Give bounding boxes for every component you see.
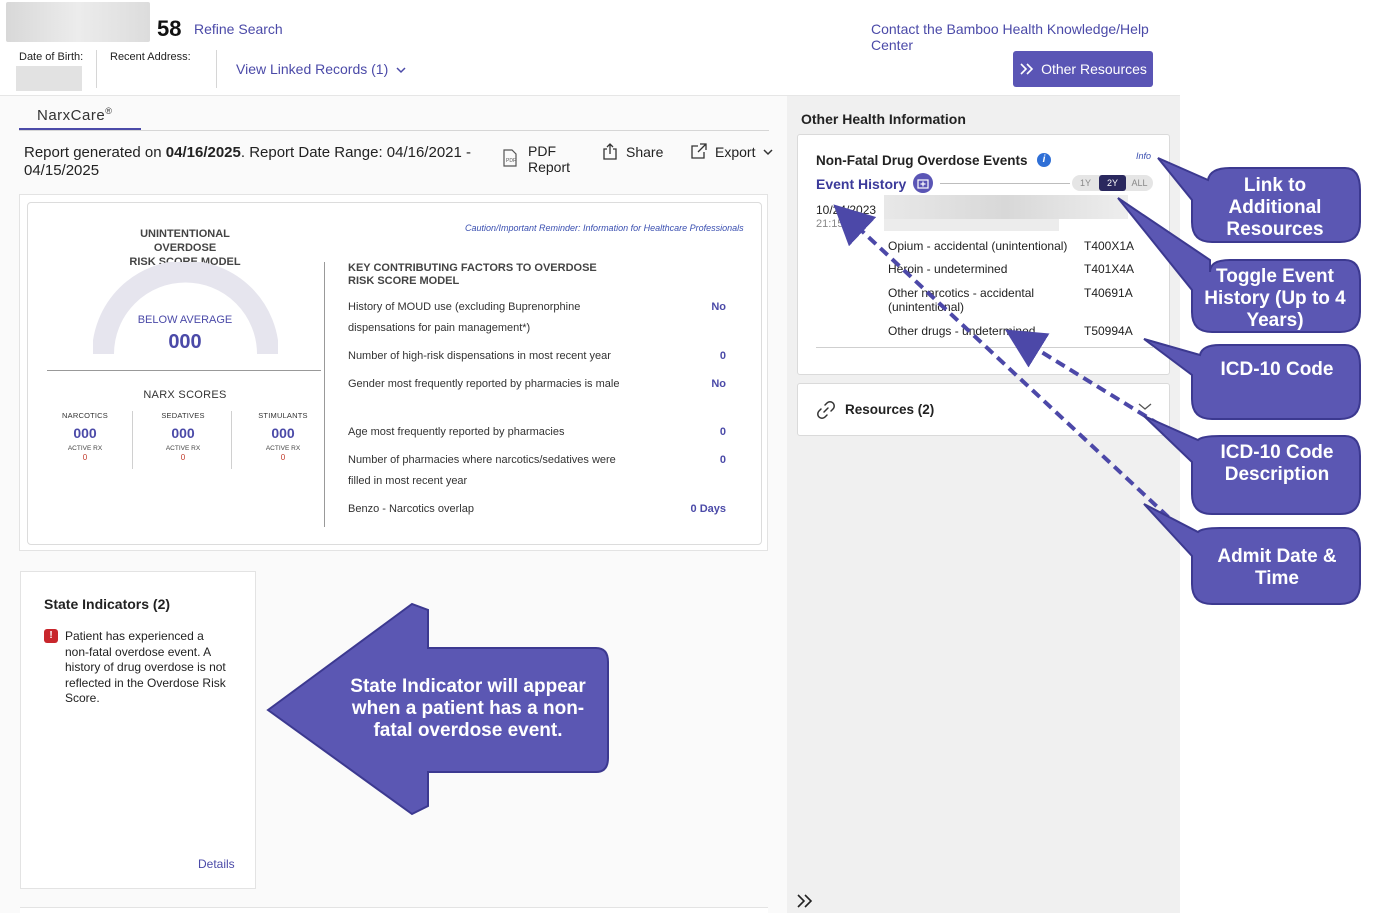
callout-toggle-history-text: Toggle Event History (Up to 4 Years) [1204,266,1346,331]
callout-state-indicator-text: State Indicator will appear when a patie… [350,676,586,741]
page: 58 Refine Search Contact the Bamboo Heal… [0,0,1373,913]
callout-admit-date-text: Admit Date & Time [1217,546,1337,589]
callout-icd-description-text: ICD-10 Code Description [1220,442,1334,485]
callout-icd-code-text: ICD-10 Code [1220,359,1334,380]
